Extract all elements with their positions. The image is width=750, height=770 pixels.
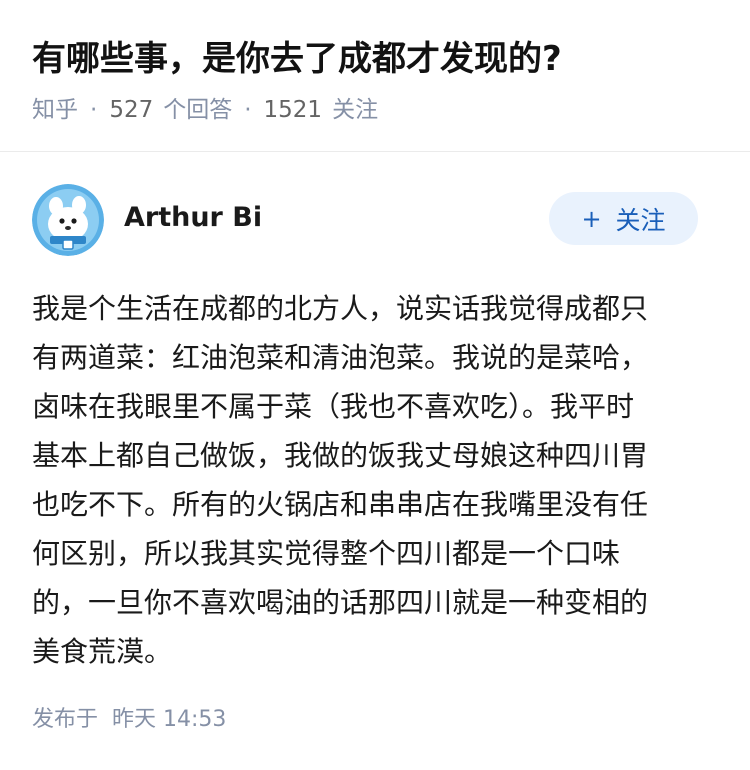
source-label[interactable]: 知乎 — [32, 97, 78, 123]
author-row: Arthur Bi + 关注 — [0, 178, 750, 258]
question-header: 有哪些事，是你去了成都才发现的? 知乎 · 527 个回答 · 1521 关注 — [0, 0, 750, 152]
answer-line: 也吃不下。所有的火锅店和串串店在我嘴里没有任 — [32, 488, 649, 521]
answer-content: 我是个生活在成都的北方人，说实话我觉得成都只 有两道菜：红油泡菜和清油泡菜。我说… — [32, 284, 722, 676]
published-time: 昨天 14:53 — [112, 707, 227, 732]
follow-count-label: 关注 — [332, 97, 379, 123]
answer-line: 的，一旦你不喜欢喝油的话那四川就是一种变相的 — [32, 586, 649, 619]
header-divider — [0, 151, 750, 152]
question-title[interactable]: 有哪些事，是你去了成都才发现的? — [32, 34, 562, 84]
answer-line: 有两道菜：红油泡菜和清油泡菜。我说的是菜哈， — [32, 341, 649, 374]
avatar[interactable] — [32, 184, 104, 256]
answer-line: 卤味在我眼里不属于菜（我也不喜欢吃）。我平时 — [32, 390, 635, 423]
follow-button[interactable]: + 关注 — [549, 192, 698, 245]
answer-footer: 发布于 昨天 14:53 — [32, 704, 226, 736]
meta-separator: · — [244, 97, 252, 123]
cartoon-robot-avatar-icon — [32, 184, 104, 256]
answer-line: 基本上都自己做饭，我做的饭我丈母娘这种四川胃 — [32, 439, 649, 472]
answer-line: 我是个生活在成都的北方人，说实话我觉得成都只 — [32, 292, 649, 325]
answer-count-label: 个回答 — [163, 97, 233, 123]
published-label: 发布于 — [32, 707, 99, 732]
question-meta: 知乎 · 527 个回答 · 1521 关注 — [32, 94, 378, 126]
answer-line: 何区别，所以我其实觉得整个四川都是一个口味 — [32, 537, 621, 570]
follow-count: 1521 — [263, 97, 323, 123]
meta-separator: · — [90, 97, 98, 123]
author-name[interactable]: Arthur Bi — [124, 200, 262, 236]
plus-icon: + — [581, 204, 602, 233]
follow-button-label: 关注 — [615, 205, 666, 235]
answer-line: 美食荒漠。 — [32, 635, 173, 668]
answer-count: 527 — [109, 97, 154, 123]
